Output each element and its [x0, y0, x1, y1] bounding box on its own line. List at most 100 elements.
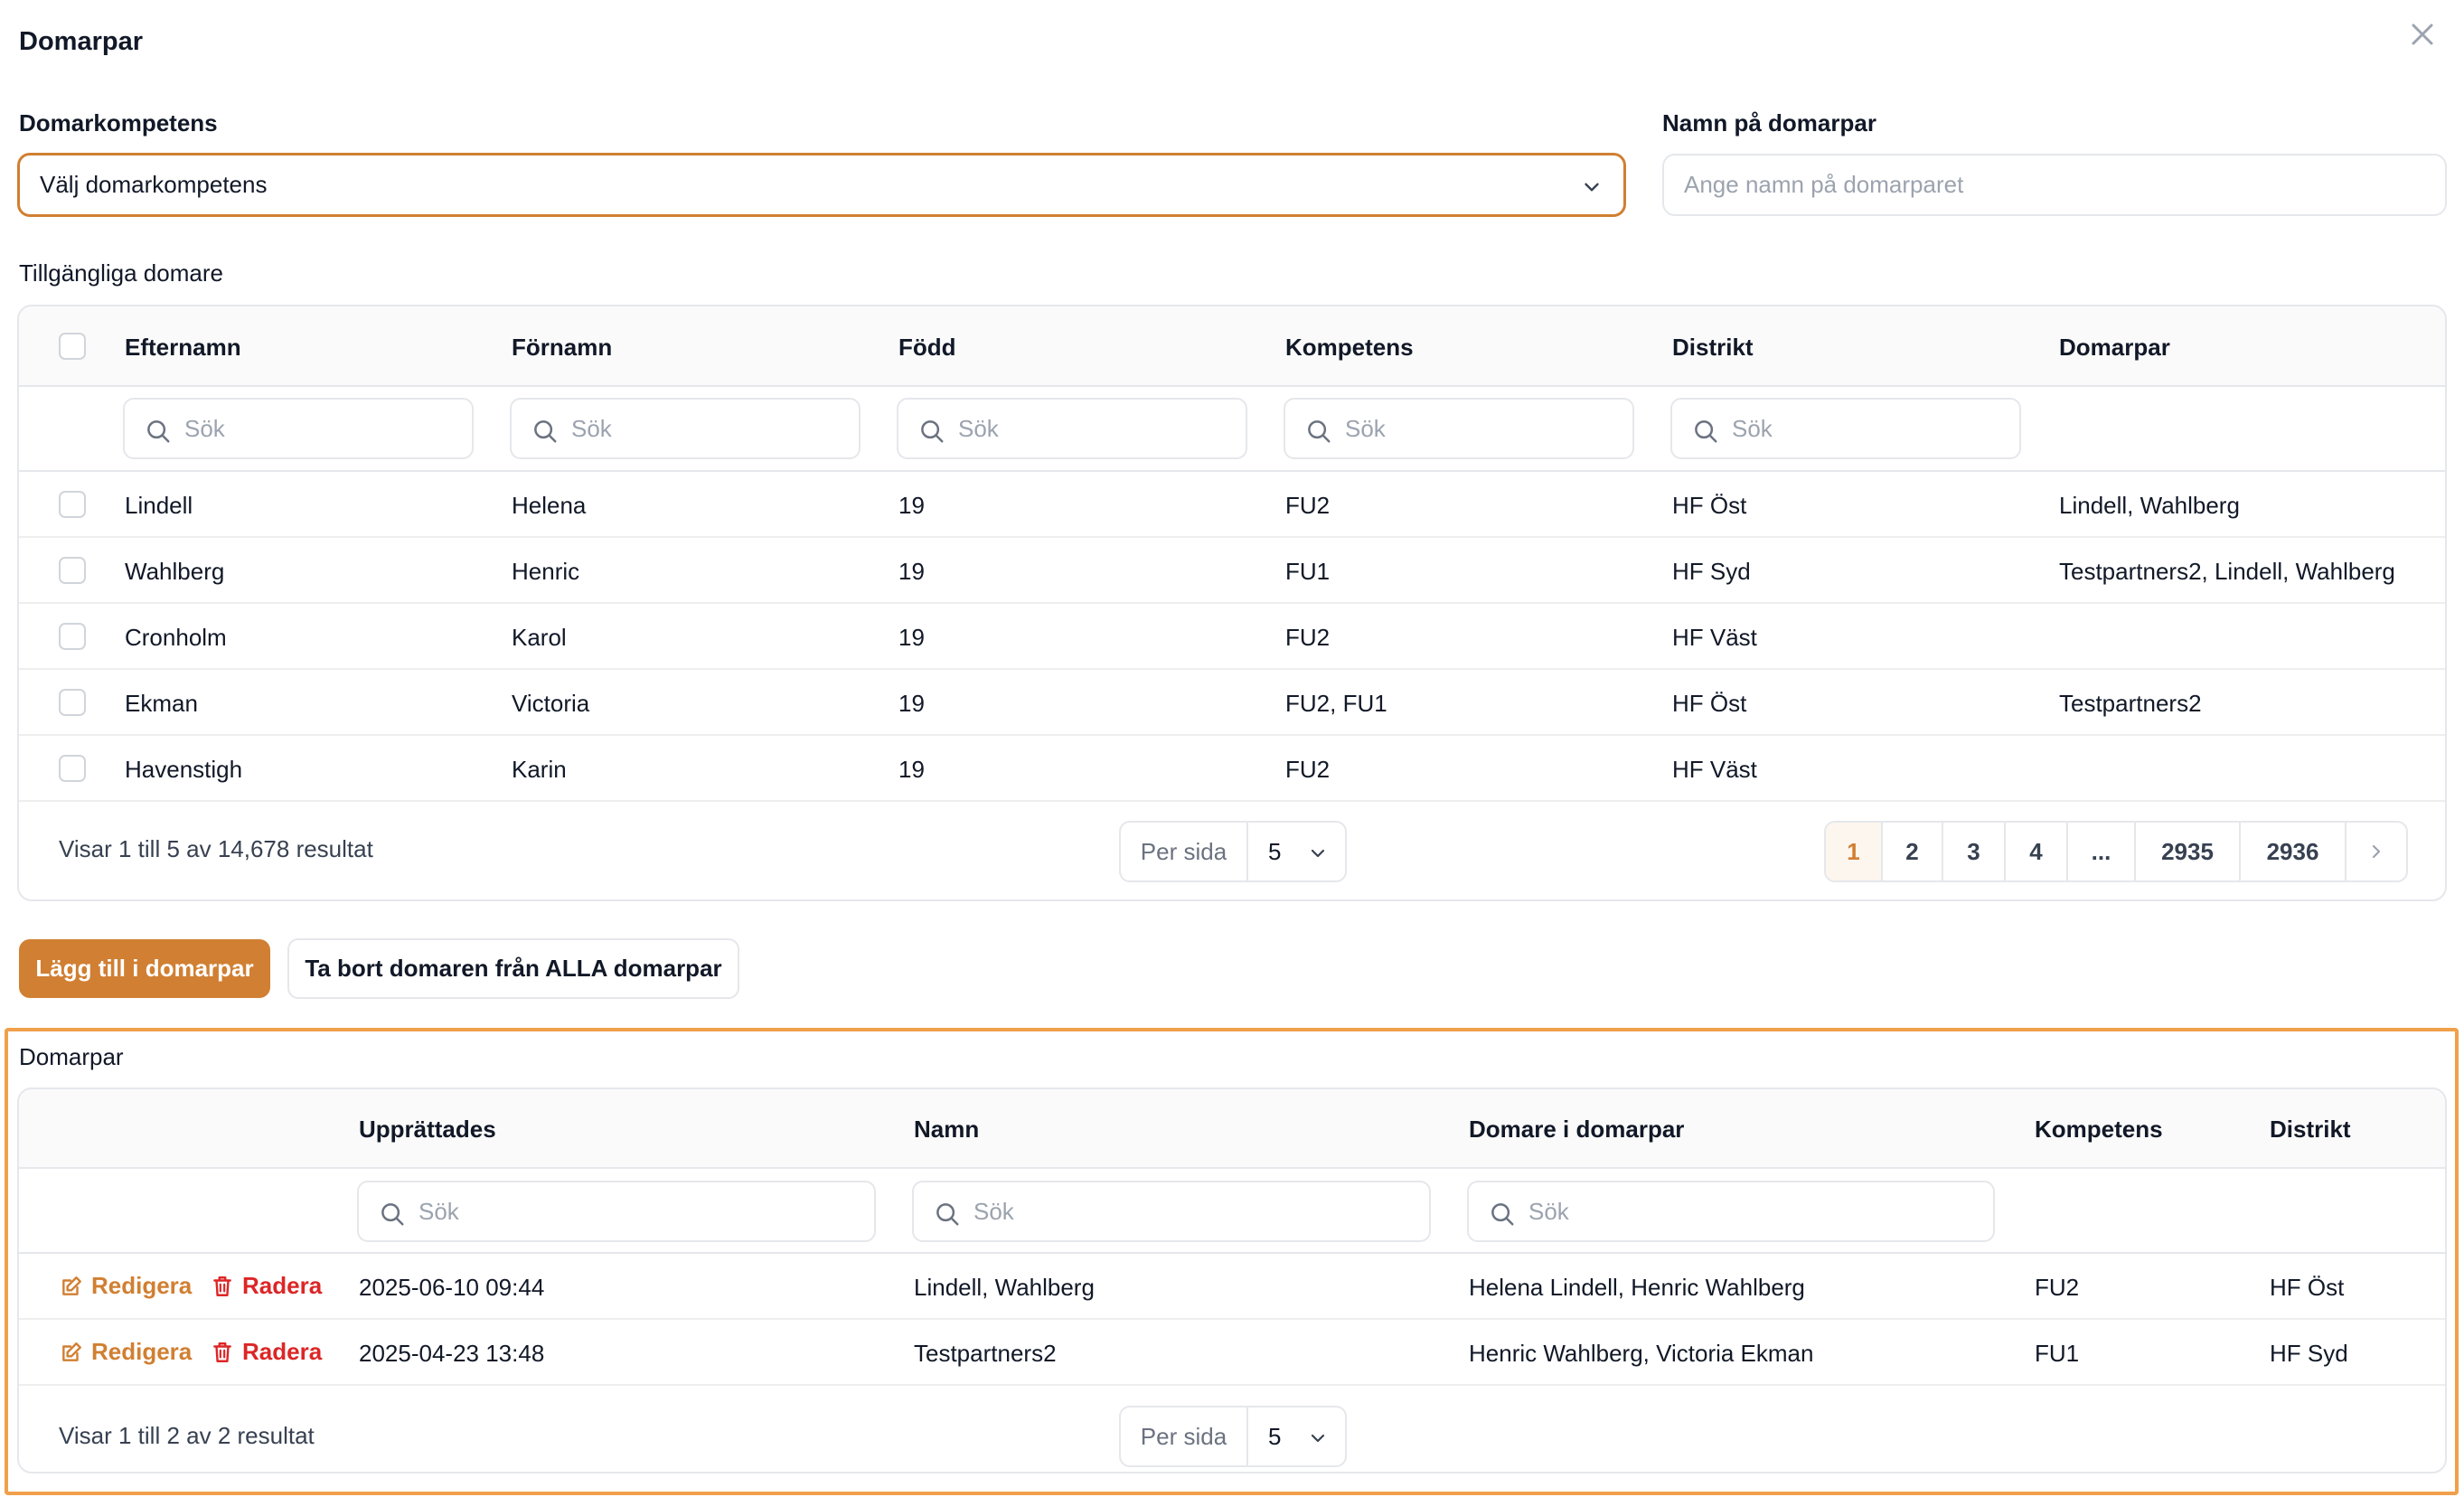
next-page-button[interactable] [2346, 823, 2406, 880]
select-all-checkbox[interactable] [59, 333, 86, 360]
page-2936[interactable]: 2936 [2241, 823, 2346, 880]
col-distrikt[interactable]: Distrikt [1672, 334, 1754, 362]
search-icon [936, 1203, 959, 1226]
row-checkbox[interactable] [59, 491, 86, 518]
cell-kompetens: FU2 [1285, 624, 1331, 651]
search-icon [1695, 420, 1717, 443]
cell-fodd: 19 [898, 690, 925, 717]
close-icon [2412, 24, 2433, 45]
cell-distrikt: HF Syd [1672, 558, 1751, 585]
search-icon [534, 420, 557, 443]
table-row[interactable]: Redigera Radera 2025-04-23 13:48 Testpar… [19, 1320, 2445, 1386]
col-namn[interactable]: Namn [914, 1116, 979, 1144]
per-page-select[interactable]: Per sida 5 [1119, 821, 1347, 882]
page-3[interactable]: 3 [1943, 823, 2006, 880]
per-page-select[interactable]: Per sida 5 [1119, 1406, 1347, 1467]
cell-kompetens: FU2 [1285, 492, 1331, 519]
table-header: Efternamn Förnamn Född Kompetens Distrik… [19, 306, 2445, 387]
cell-distrikt: HF Öst [1672, 492, 1747, 519]
cell-efternamn: Ekman [125, 690, 198, 717]
per-page-value[interactable]: 5 [1248, 1408, 1345, 1465]
chevron-down-icon [1585, 183, 1599, 192]
pair-name-input[interactable]: Ange namn på domarparet [1662, 154, 2447, 216]
search-fodd[interactable]: Sök [897, 398, 1247, 459]
cell-efternamn: Wahlberg [125, 558, 225, 585]
cell-fodd: 19 [898, 492, 925, 519]
search-icon [147, 420, 170, 443]
table-row[interactable]: Wahlberg Henric 19 FU1 HF Syd Testpartne… [19, 538, 2445, 604]
edit-icon [62, 1276, 81, 1295]
search-distrikt[interactable]: Sök [1670, 398, 2021, 459]
edit-button[interactable]: Redigera [60, 1338, 192, 1366]
chevron-down-icon [1311, 849, 1325, 858]
cell-fornamn: Helena [512, 492, 587, 519]
pairs-table: Upprättades Namn Domare i domarpar Kompe… [17, 1087, 2447, 1473]
cell-namn: Testpartners2 [914, 1340, 1057, 1367]
search-upprattades[interactable]: Sök [357, 1181, 876, 1242]
cell-fodd: 19 [898, 624, 925, 651]
remove-from-all-pairs-button[interactable]: Ta bort domaren från ALLA domarpar [287, 938, 739, 999]
search-efternamn[interactable]: Sök [123, 398, 474, 459]
cell-fornamn: Henric [512, 558, 580, 585]
search-icon [1308, 420, 1331, 443]
col-upprattades[interactable]: Upprättades [359, 1116, 496, 1144]
page-ellipsis: ... [2068, 823, 2136, 880]
table-row[interactable]: Lindell Helena 19 FU2 HF Öst Lindell, Wa… [19, 472, 2445, 538]
edit-icon [62, 1342, 81, 1361]
col-domare[interactable]: Domare i domarpar [1469, 1116, 1684, 1144]
cell-fodd: 19 [898, 756, 925, 783]
delete-button[interactable]: Radera [211, 1338, 322, 1366]
row-checkbox[interactable] [59, 689, 86, 716]
results-summary: Visar 1 till 5 av 14,678 resultat [59, 835, 373, 862]
cell-distrikt: HF Öst [1672, 690, 1747, 717]
table-row[interactable]: Cronholm Karol 19 FU2 HF Väst [19, 604, 2445, 670]
cell-distrikt: HF Öst [2270, 1274, 2345, 1301]
page-2935[interactable]: 2935 [2136, 823, 2241, 880]
add-to-pair-button[interactable]: Lägg till i domarpar [19, 939, 270, 998]
pair-name-label: Namn på domarpar [1662, 109, 1876, 137]
table-row[interactable]: Havenstigh Karin 19 FU2 HF Väst [19, 736, 2445, 802]
cell-efternamn: Lindell [125, 492, 193, 519]
row-checkbox[interactable] [59, 623, 86, 650]
cell-fornamn: Karol [512, 624, 567, 651]
per-page-label: Per sida [1121, 823, 1248, 880]
row-checkbox[interactable] [59, 755, 86, 782]
col-fodd[interactable]: Född [898, 334, 956, 362]
search-kompetens[interactable]: Sök [1284, 398, 1634, 459]
cell-distrikt: HF Väst [1672, 756, 1757, 783]
search-domare[interactable]: Sök [1467, 1181, 1995, 1242]
cell-domare: Henric Wahlberg, Victoria Ekman [1469, 1340, 1814, 1367]
cell-efternamn: Havenstigh [125, 756, 243, 783]
col-fornamn[interactable]: Förnamn [512, 334, 612, 362]
cell-fornamn: Victoria [512, 690, 590, 717]
row-checkbox[interactable] [59, 557, 86, 584]
competence-select[interactable]: Välj domarkompetens [17, 153, 1626, 217]
cell-distrikt: HF Syd [2270, 1340, 2348, 1367]
cell-domarpar: Testpartners2 [2059, 690, 2202, 717]
page-1[interactable]: 1 [1826, 823, 1883, 880]
trash-icon [213, 1276, 231, 1296]
cell-domarpar: Testpartners2, Lindell, Wahlberg [2059, 558, 2395, 585]
col-distrikt[interactable]: Distrikt [2270, 1116, 2351, 1144]
delete-button[interactable]: Radera [211, 1272, 322, 1300]
col-domarpar[interactable]: Domarpar [2059, 334, 2170, 362]
results-summary: Visar 1 till 2 av 2 resultat [59, 1422, 315, 1449]
filter-row: Sök Sök Sök Sök Sök [19, 387, 2445, 472]
table-row[interactable]: Ekman Victoria 19 FU2, FU1 HF Öst Testpa… [19, 670, 2445, 736]
edit-button[interactable]: Redigera [60, 1272, 192, 1300]
col-kompetens[interactable]: Kompetens [2035, 1116, 2163, 1144]
page-2[interactable]: 2 [1883, 823, 1943, 880]
close-button[interactable] [2404, 16, 2440, 52]
modal-title: Domarpar [19, 27, 143, 56]
cell-fodd: 19 [898, 558, 925, 585]
col-efternamn[interactable]: Efternamn [125, 334, 241, 362]
page-4[interactable]: 4 [2006, 823, 2068, 880]
table-row[interactable]: Redigera Radera 2025-06-10 09:44 Lindell… [19, 1254, 2445, 1320]
per-page-value[interactable]: 5 [1248, 823, 1345, 880]
search-namn[interactable]: Sök [912, 1181, 1431, 1242]
col-kompetens[interactable]: Kompetens [1285, 334, 1414, 362]
cell-upprattades: 2025-06-10 09:44 [359, 1274, 545, 1301]
search-fornamn[interactable]: Sök [510, 398, 861, 459]
chevron-down-icon [1311, 1434, 1325, 1443]
search-icon [1491, 1203, 1514, 1226]
